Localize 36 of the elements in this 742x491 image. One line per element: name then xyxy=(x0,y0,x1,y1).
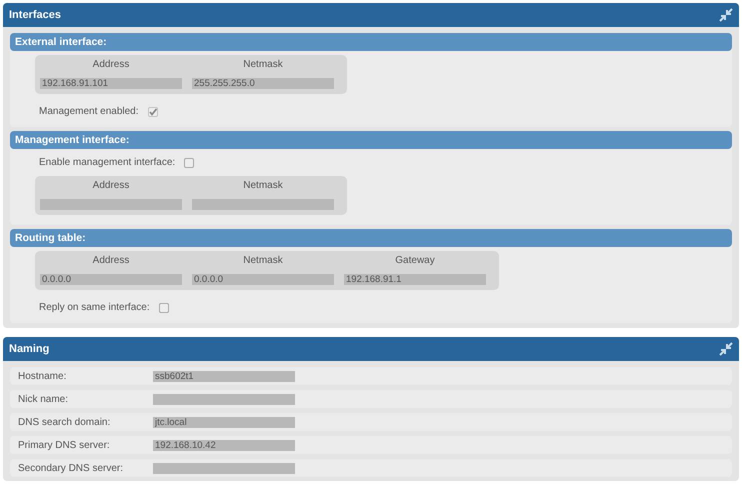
column-header: Address xyxy=(92,255,130,266)
checkbox-label: Reply on same interface: xyxy=(39,302,150,313)
column-header: Gateway xyxy=(395,255,435,266)
panel-title: Interfaces xyxy=(9,9,61,21)
input-field[interactable]: 192.168.91.101 xyxy=(40,78,182,89)
field-label: Secondary DNS server: xyxy=(18,462,124,474)
section-title: External interface: xyxy=(10,33,732,51)
column-header: Address xyxy=(92,59,130,70)
input-field[interactable]: ssb602t1 xyxy=(153,370,295,382)
collapse-icon[interactable] xyxy=(719,8,733,22)
checkbox[interactable] xyxy=(158,302,169,312)
input-field[interactable] xyxy=(153,462,295,474)
checkbox-label: Enable management interface: xyxy=(39,157,176,168)
column-header: Netmask xyxy=(243,59,283,70)
checkbox[interactable] xyxy=(184,158,194,168)
input-field[interactable] xyxy=(40,199,182,210)
column-header: Netmask xyxy=(243,255,283,266)
field-label: Hostname: xyxy=(18,370,68,382)
section-title: Routing table: xyxy=(10,229,732,247)
field-label: Nick name: xyxy=(18,394,70,404)
field-label: Primary DNS server: xyxy=(18,440,111,450)
checkbox-label: Management enabled: xyxy=(39,106,139,117)
field-label: DNS search domain: xyxy=(18,416,112,428)
input-field[interactable]: jtc.local xyxy=(153,416,295,428)
input-field[interactable]: 192.168.10.42 xyxy=(153,440,295,450)
input-field[interactable]: 192.168.91.1 xyxy=(344,274,486,285)
input-field[interactable]: 0.0.0.0 xyxy=(192,274,334,285)
section-title: Management interface: xyxy=(10,131,732,149)
input-field[interactable]: 0.0.0.0 xyxy=(40,274,182,285)
input-field[interactable] xyxy=(192,199,334,210)
panel-title: Naming xyxy=(9,343,50,355)
input-field[interactable]: 255.255.255.0 xyxy=(192,78,334,89)
collapse-icon[interactable] xyxy=(719,342,733,356)
input-field[interactable] xyxy=(153,394,295,404)
column-header: Address xyxy=(92,180,130,191)
column-header: Netmask xyxy=(243,180,283,191)
